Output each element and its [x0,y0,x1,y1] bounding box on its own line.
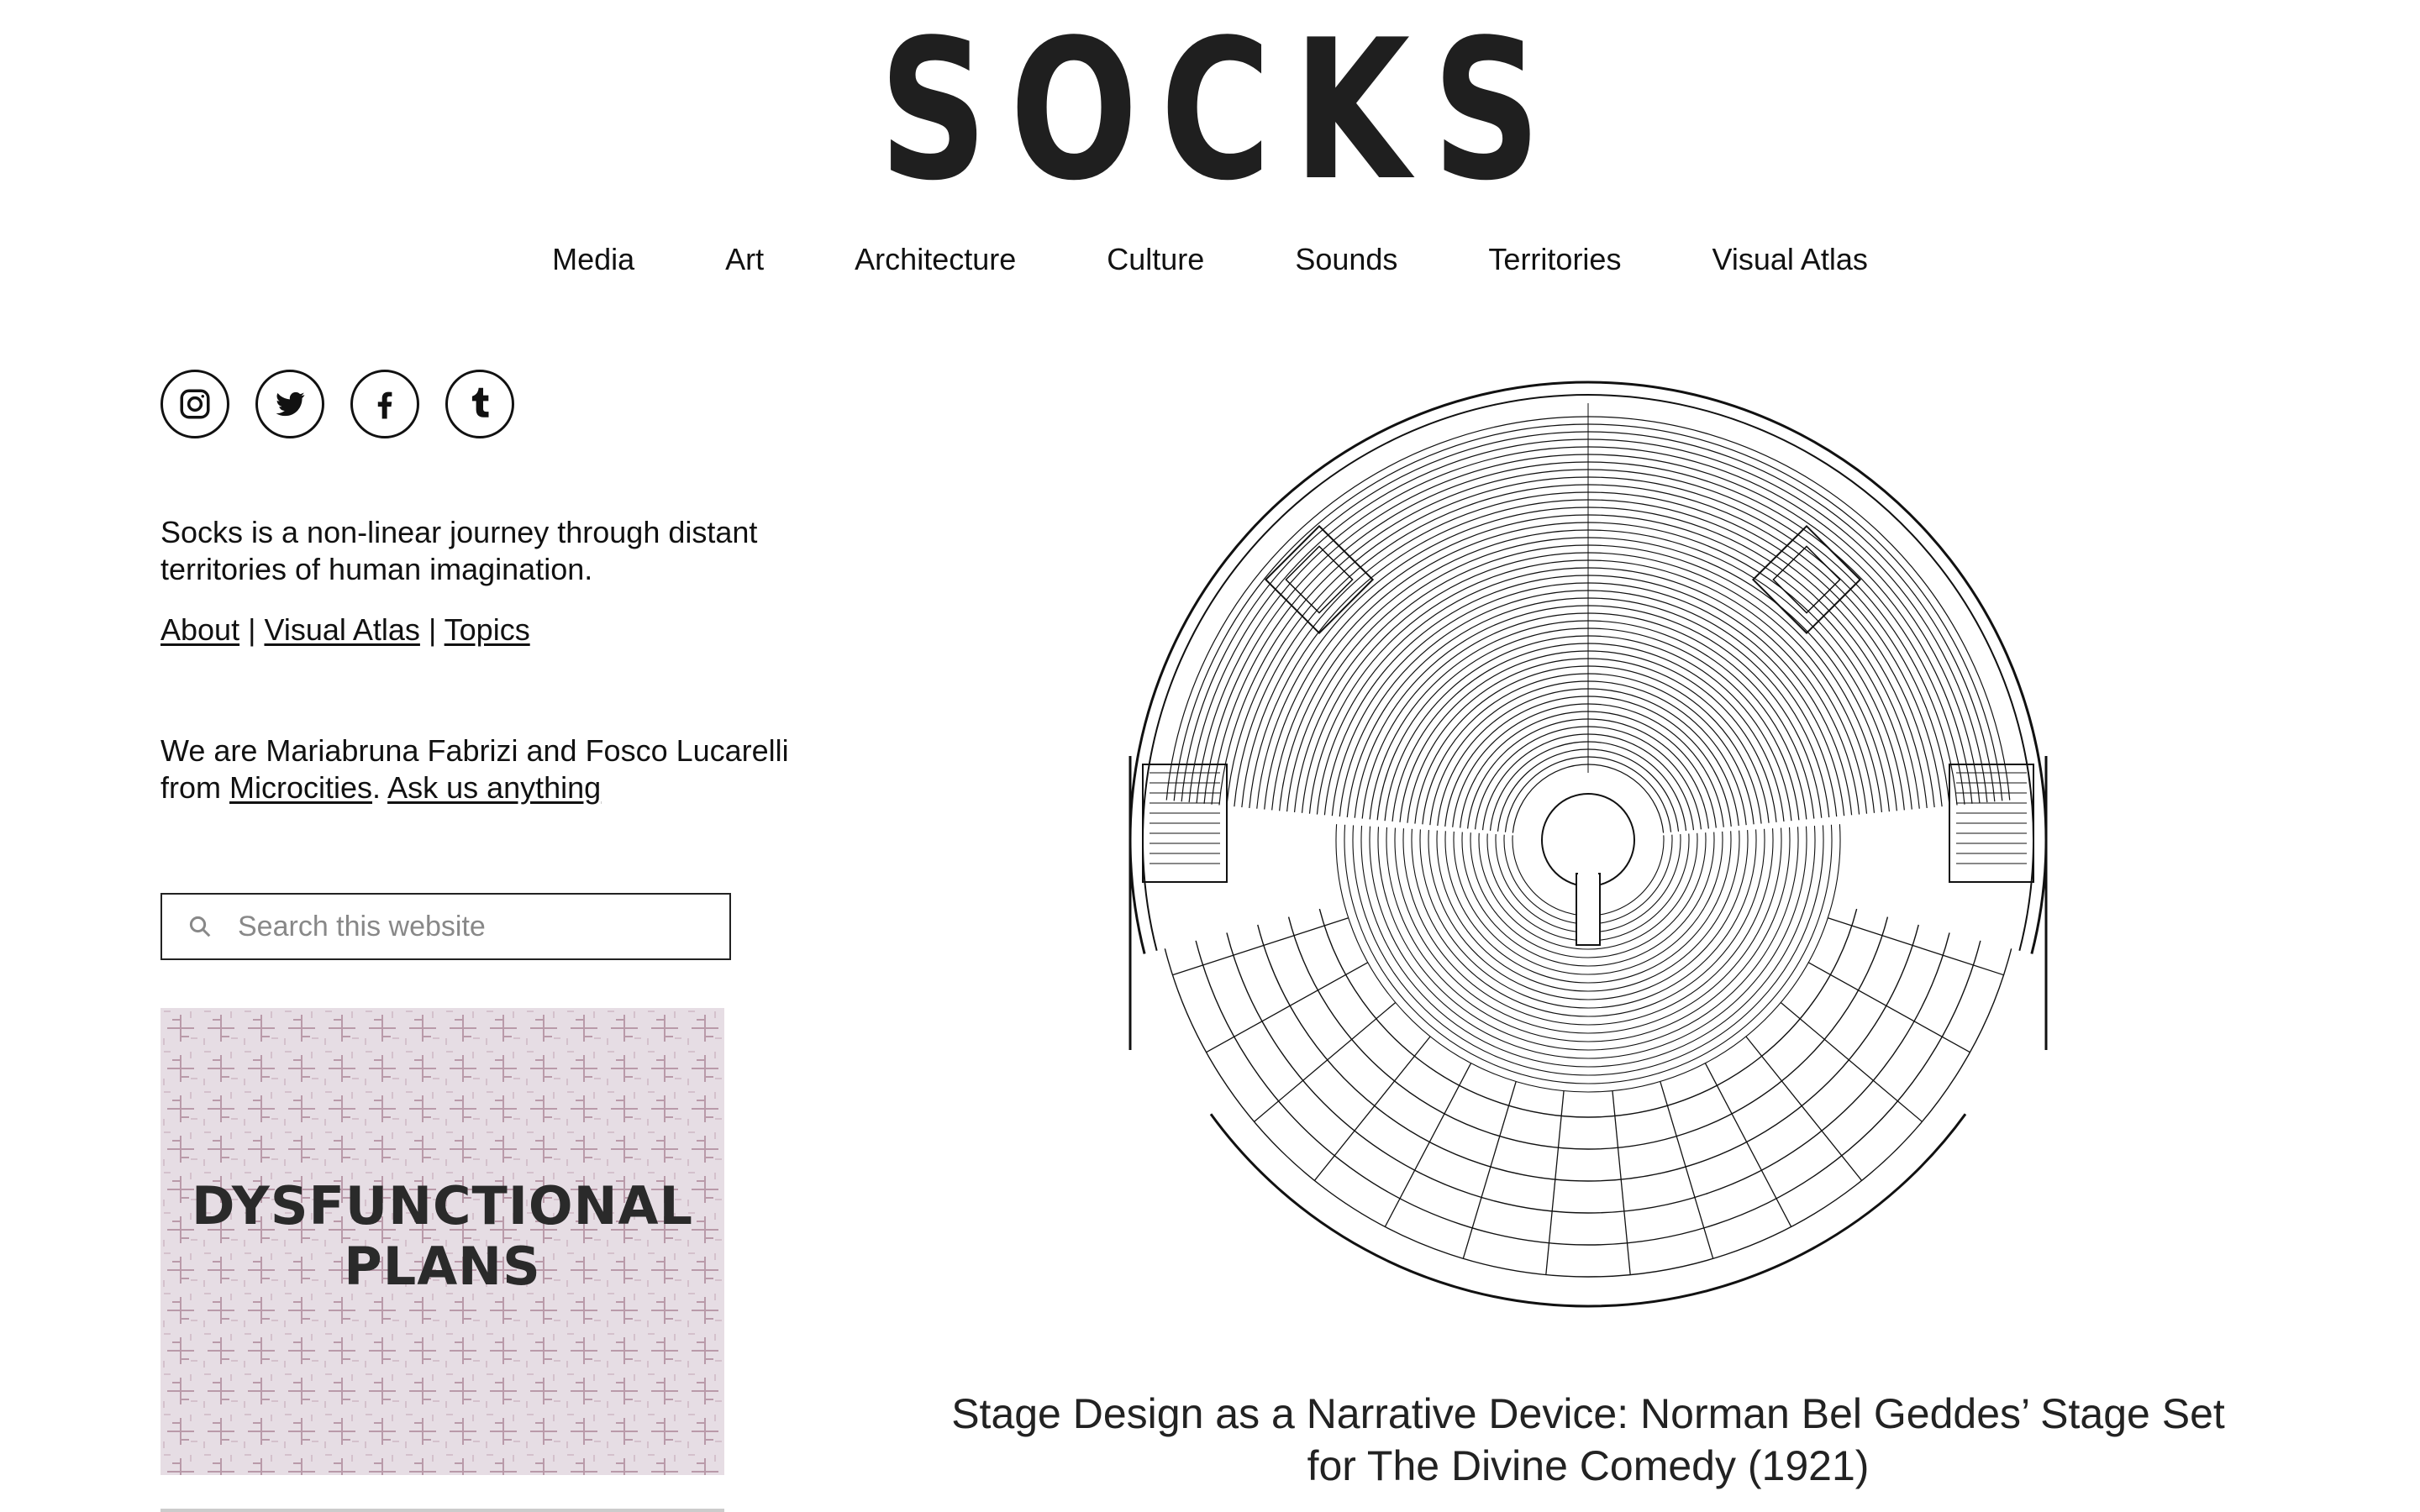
nav-item-culture[interactable]: Culture [1107,235,1204,284]
search-icon [189,916,211,937]
nav-item-visual-atlas[interactable]: Visual Atlas [1712,235,1867,284]
site-logo[interactable]: SOCKS [0,15,2420,208]
site-tagline: Socks is a non-linear journey through di… [160,515,758,586]
instagram-icon [180,389,210,419]
nav-item-art[interactable]: Art [725,235,764,284]
nav-item-media[interactable]: Media [552,235,634,284]
ask-us-link[interactable]: Ask us anything [387,770,601,805]
dysfunctional-plans-banner[interactable]: DYSFUNCTIONAL PLANS [160,1008,724,1475]
facebook-icon [377,391,392,419]
microcities-link[interactable]: Microcities [229,770,372,805]
about-link[interactable]: About [160,612,239,647]
twitter-icon [276,391,305,417]
tumblr-link[interactable] [445,370,514,438]
visual-atlas-link[interactable]: Visual Atlas [264,612,419,647]
sidebar-links: About | Visual Atlas | Topics [160,612,530,648]
authors-text: We are Mariabruna Fabrizi and Fosco Luca… [160,732,799,806]
next-banner-edge [160,1509,724,1512]
promo-title: DYSFUNCTIONAL PLANS [160,1176,724,1297]
nav-item-sounds[interactable]: Sounds [1295,235,1397,284]
nav-item-territories[interactable]: Territories [1488,235,1621,284]
instagram-link[interactable] [160,370,229,438]
site-logo-text: SOCKS [879,0,1564,223]
nav-item-architecture[interactable]: Architecture [855,235,1016,284]
main-nav: Media Art Architecture Culture Sounds Te… [0,235,2420,284]
authors-dot: . [372,770,388,805]
twitter-link[interactable] [255,370,324,438]
promo-line-1: DYSFUNCTIONAL [191,1175,694,1236]
search-box[interactable] [160,893,731,960]
search-input[interactable] [236,909,710,944]
tumblr-icon [471,387,489,417]
article-title[interactable]: Stage Design as a Narrative Device: Norm… [924,1388,2252,1492]
link-separator: | [428,612,437,647]
theater-plan-image[interactable] [1109,370,2067,1327]
social-links [160,370,514,438]
link-separator: | [248,612,256,647]
promo-line-2: PLANS [344,1236,541,1297]
facebook-link[interactable] [350,370,419,438]
topics-link[interactable]: Topics [445,612,530,647]
